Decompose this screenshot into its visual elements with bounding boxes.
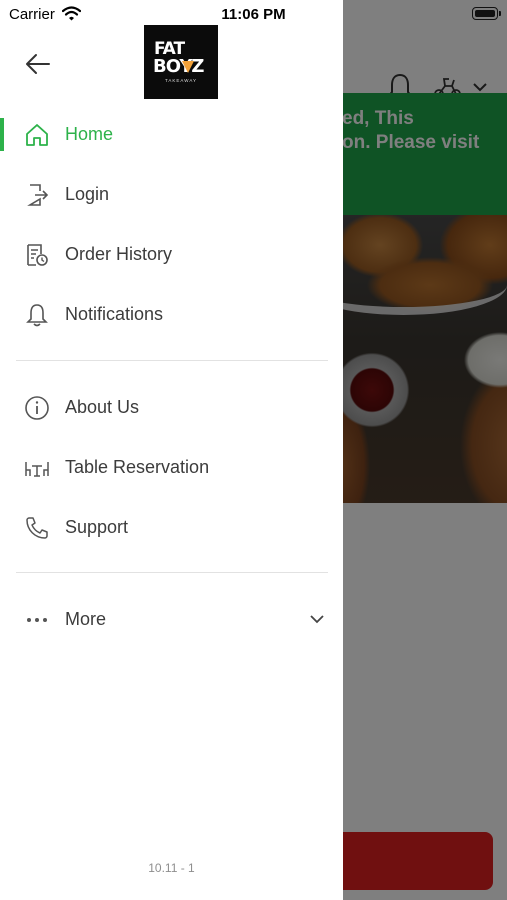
- logo-tagline: TAKEAWAY: [164, 78, 197, 83]
- more-icon: [27, 618, 47, 622]
- back-arrow-icon[interactable]: [24, 50, 52, 78]
- menu-item-more[interactable]: More: [0, 590, 343, 650]
- login-icon: [27, 184, 49, 206]
- menu-divider: [16, 360, 328, 361]
- menu-item-label: More: [65, 609, 107, 629]
- menu-item-label: Home: [65, 124, 114, 144]
- status-bar: Carrier 11:06 PM: [0, 0, 507, 28]
- logo-line2: BOYZ: [153, 56, 204, 77]
- brand-logo: FAT BOYZ TAKEAWAY: [144, 25, 218, 99]
- battery-cap: [499, 11, 501, 16]
- app-version: 10.11 - 1: [148, 861, 195, 875]
- menu-item-label: About Us: [65, 397, 140, 417]
- active-indicator: [0, 118, 4, 151]
- menu-item-login[interactable]: Login: [0, 165, 343, 225]
- menu-item-label: Table Reservation: [65, 457, 210, 477]
- menu-item-label: Notifications: [65, 304, 164, 324]
- menu-item-support[interactable]: Support: [0, 498, 343, 558]
- phone-icon: [26, 517, 48, 539]
- menu-item-notifications[interactable]: Notifications: [0, 285, 343, 345]
- table-icon: [25, 462, 49, 477]
- clock: 11:06 PM: [221, 6, 286, 23]
- chevron-down-icon: [310, 615, 324, 624]
- home-icon: [26, 124, 48, 146]
- pizza-slice-icon: [182, 61, 194, 73]
- menu-divider: [16, 572, 328, 573]
- battery-icon: [472, 7, 498, 20]
- menu-item-about-us[interactable]: About Us: [0, 378, 343, 438]
- menu-item-table-reservation[interactable]: Table Reservation: [0, 438, 343, 498]
- order-history-icon: [27, 244, 48, 266]
- menu-item-order-history[interactable]: Order History: [0, 225, 343, 285]
- menu-item-label: Login: [65, 184, 110, 204]
- menu-item-label: Order History: [65, 244, 173, 264]
- navigation-drawer: FAT BOYZ TAKEAWAY Home Login Order Histo…: [0, 0, 343, 900]
- menu-item-label: Support: [65, 517, 129, 537]
- menu-item-home[interactable]: Home: [0, 105, 343, 165]
- info-icon: [25, 396, 49, 420]
- bell-icon: [26, 304, 48, 327]
